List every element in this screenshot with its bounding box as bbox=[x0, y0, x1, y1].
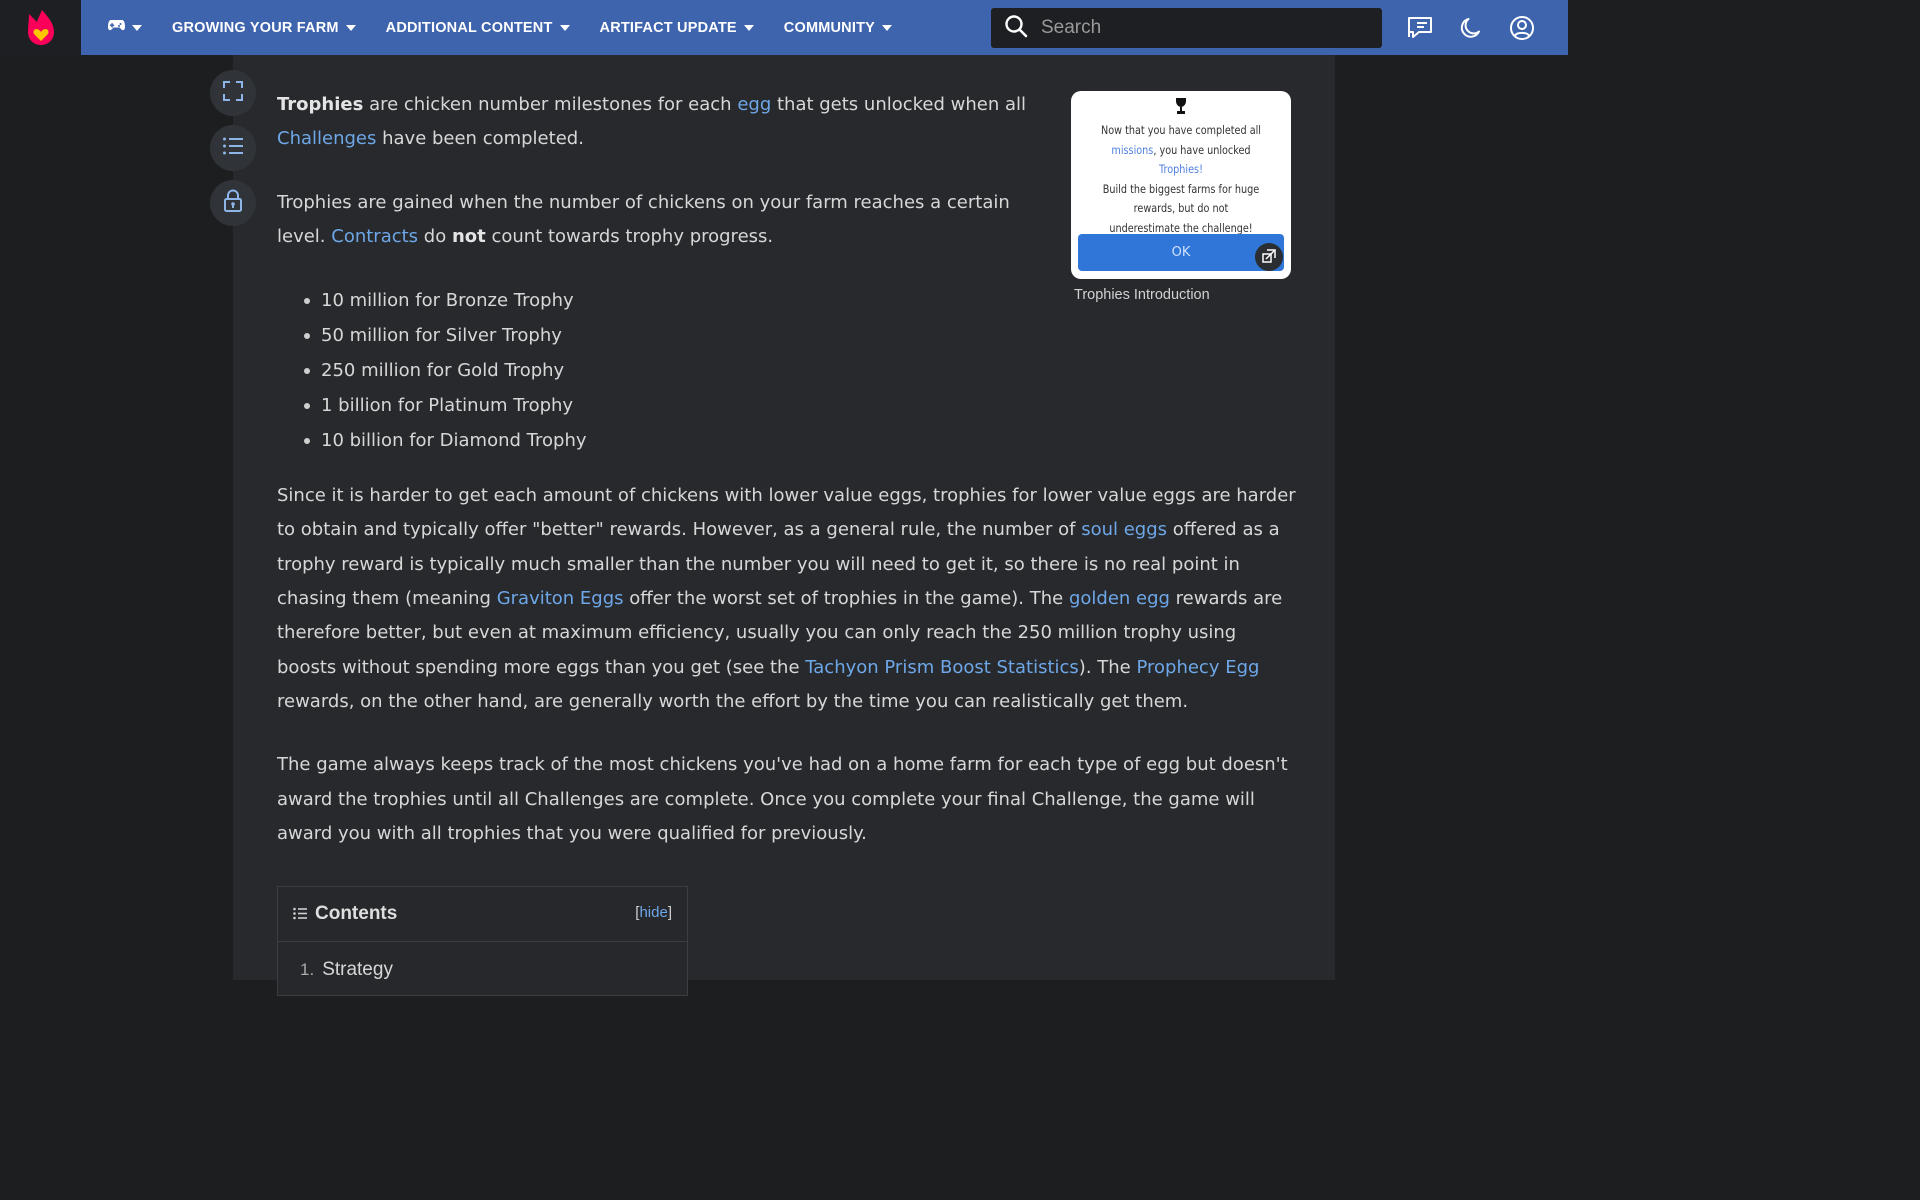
toc-hide-link[interactable]: hide bbox=[639, 904, 667, 921]
list-icon bbox=[222, 136, 244, 160]
intro-paragraph: Trophies are chicken number milestones f… bbox=[277, 88, 1042, 157]
nav-growing-your-farm[interactable]: GROWING YOUR FARM bbox=[172, 20, 356, 36]
chevron-down-icon bbox=[559, 24, 570, 31]
gamepad-icon bbox=[108, 19, 125, 36]
text: count towards trophy progress. bbox=[485, 225, 774, 247]
image-text: missions bbox=[1111, 142, 1154, 157]
nav-additional-content[interactable]: ADDITIONAL CONTENT bbox=[386, 20, 570, 36]
nav-label: COMMUNITY bbox=[783, 19, 876, 36]
toc-header: Contents [hide] bbox=[278, 887, 687, 942]
text: have been completed. bbox=[376, 128, 584, 150]
chevron-down-icon bbox=[345, 24, 356, 31]
bold-term: Trophies bbox=[277, 94, 364, 115]
text: offer the worst set of trophies in the g… bbox=[623, 588, 1069, 610]
discussions-icon[interactable] bbox=[1406, 14, 1434, 42]
soul-eggs-link[interactable]: soul eggs bbox=[1081, 519, 1167, 540]
user-icon[interactable] bbox=[1508, 14, 1536, 42]
expand-icon bbox=[1262, 248, 1276, 267]
table-of-contents: Contents [hide] 1. Strategy bbox=[277, 886, 688, 996]
lock-icon bbox=[223, 189, 243, 217]
toc-hide-control: [hide] bbox=[635, 904, 672, 921]
image-ok-button: OK bbox=[1078, 234, 1284, 271]
bold-term: not bbox=[451, 225, 486, 247]
moon-icon[interactable] bbox=[1457, 14, 1485, 42]
image-text: Build the biggest farms for huge rewards… bbox=[1102, 181, 1260, 235]
chevron-down-icon bbox=[743, 24, 754, 31]
toc-item-label: Strategy bbox=[322, 959, 393, 980]
nav-label: ARTIFACT UPDATE bbox=[599, 19, 737, 36]
trophy-list: 10 million for Bronze Trophy 50 million … bbox=[303, 283, 1297, 458]
tachyon-prism-link[interactable]: Tachyon Prism Boost Statistics bbox=[805, 657, 1079, 678]
lock-button[interactable] bbox=[210, 180, 256, 226]
trophy-icon bbox=[1174, 97, 1188, 119]
challenges-link[interactable]: Challenges bbox=[277, 128, 376, 149]
image-text: , you have unlocked bbox=[1153, 142, 1251, 157]
image-message: Now that you have completed all missions… bbox=[1097, 121, 1265, 239]
chevron-down-icon bbox=[882, 24, 893, 31]
search-box[interactable] bbox=[991, 8, 1382, 48]
chevron-down-icon bbox=[132, 24, 142, 31]
fullscreen-icon bbox=[222, 80, 244, 106]
nav-artifact-update[interactable]: ARTIFACT UPDATE bbox=[600, 20, 754, 36]
tracking-paragraph: The game always keeps track of the most … bbox=[277, 754, 1288, 844]
list-item: 250 million for Gold Trophy bbox=[303, 353, 1297, 388]
toc-item-number: 1. bbox=[300, 960, 315, 979]
toc-title: Contents bbox=[315, 903, 398, 924]
gain-paragraph: Trophies are gained when the number of c… bbox=[277, 186, 1042, 255]
list-item: 10 billion for Diamond Trophy bbox=[303, 423, 1297, 458]
strategy-paragraph: Since it is harder to get each amount of… bbox=[277, 479, 1297, 719]
bracket: ] bbox=[667, 904, 672, 921]
fandom-logo-icon[interactable] bbox=[0, 0, 81, 55]
egg-link[interactable]: egg bbox=[737, 94, 771, 115]
text: rewards, on the other hand, are generall… bbox=[277, 690, 1189, 712]
toc-item-strategy[interactable]: 1. Strategy bbox=[300, 959, 393, 981]
list-item: 50 million for Silver Trophy bbox=[303, 318, 1297, 353]
top-navigation-bar: GROWING YOUR FARM ADDITIONAL CONTENT ART… bbox=[0, 0, 1568, 55]
search-icon bbox=[1004, 14, 1028, 42]
table-of-contents-button[interactable] bbox=[210, 125, 256, 171]
prophecy-egg-link[interactable]: Prophecy Egg bbox=[1136, 657, 1259, 678]
image-text: Now that you have completed all bbox=[1100, 123, 1261, 137]
golden-egg-link[interactable]: golden egg bbox=[1069, 588, 1170, 609]
text: are chicken number milestones for each bbox=[363, 94, 738, 115]
list-item: 1 billion for Platinum Trophy bbox=[303, 388, 1297, 423]
search-input[interactable] bbox=[1041, 17, 1361, 39]
nav-gamepad-menu[interactable] bbox=[108, 19, 142, 36]
fullscreen-button[interactable] bbox=[210, 70, 256, 116]
toc-list-icon bbox=[293, 905, 307, 924]
graviton-eggs-link[interactable]: Graviton Eggs bbox=[497, 588, 624, 609]
text: do bbox=[418, 225, 452, 247]
image-caption: Trophies Introduction bbox=[1074, 287, 1210, 303]
main-nav: GROWING YOUR FARM ADDITIONAL CONTENT ART… bbox=[108, 0, 922, 55]
nav-label: GROWING YOUR FARM bbox=[172, 19, 339, 36]
contracts-link[interactable]: Contracts bbox=[331, 226, 418, 247]
nav-label: ADDITIONAL CONTENT bbox=[385, 19, 553, 36]
text: that gets unlocked when all bbox=[771, 94, 1027, 115]
image-text: Trophies! bbox=[1159, 162, 1203, 177]
nav-community[interactable]: COMMUNITY bbox=[783, 19, 893, 36]
image-text-line: missions, you have unlocked Trophies! bbox=[1097, 141, 1265, 180]
text: ). The bbox=[1078, 656, 1137, 678]
expand-image-button[interactable] bbox=[1255, 243, 1283, 271]
